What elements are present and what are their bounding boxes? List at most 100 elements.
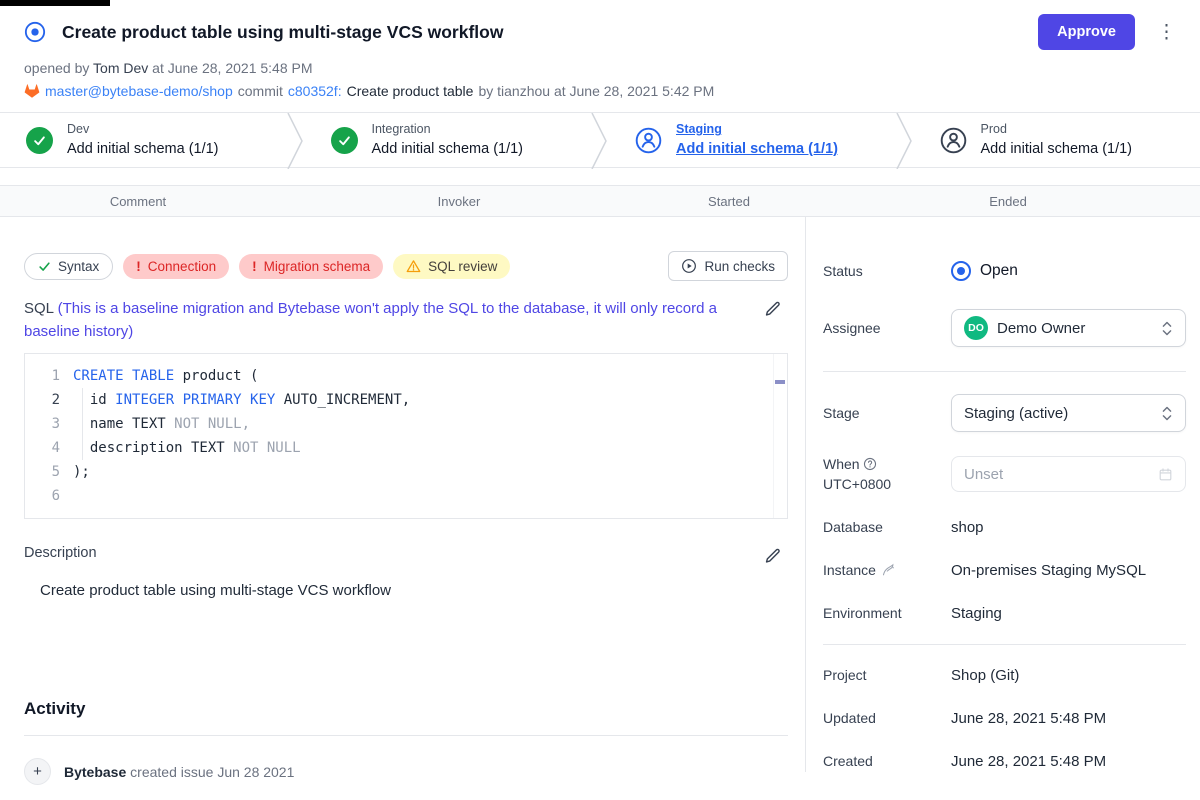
editor-scrollbar[interactable]: [773, 354, 787, 518]
stage-separator: [591, 113, 609, 169]
edit-pencil-icon[interactable]: [764, 300, 782, 318]
divider: [24, 735, 788, 736]
page-title: Create product table using multi-stage V…: [62, 22, 503, 43]
pipeline-stage-prod[interactable]: Prod Add initial schema (1/1): [914, 113, 1200, 167]
pipeline-stage-dev[interactable]: Dev Add initial schema (1/1): [0, 113, 287, 167]
sidebar-row-project: Project Shop (Git): [823, 667, 1186, 684]
pipeline-stage-integration[interactable]: Integration Add initial schema (1/1): [305, 113, 592, 167]
badge-label: Connection: [148, 259, 216, 274]
stage-name: Prod: [981, 122, 1133, 138]
check-circle-icon: [26, 127, 53, 154]
code-line: 3 name TEXT NOT NULL,: [25, 412, 771, 436]
warning-triangle-icon: [406, 259, 421, 274]
sidebar-row-environment: Environment Staging: [823, 605, 1186, 622]
instance-value[interactable]: On-premises Staging MySQL: [951, 562, 1146, 579]
line-number: 5: [25, 460, 73, 484]
error-bang-icon: !: [136, 259, 141, 274]
check-badge-sql-review[interactable]: SQL review: [393, 254, 510, 279]
mysql-icon: [881, 563, 896, 578]
sql-text: description TEXT: [73, 440, 233, 456]
database-value[interactable]: shop: [951, 519, 984, 536]
branch-repo-link[interactable]: master@bytebase-demo/shop: [45, 83, 233, 99]
stage-separator: [287, 113, 305, 169]
stage-value: Staging (active): [964, 405, 1152, 422]
error-bang-icon: !: [252, 259, 257, 274]
vcs-commit-line: master@bytebase-demo/shop commit c80352f…: [24, 83, 1176, 99]
when-label: When: [823, 456, 860, 472]
pipeline-stage-staging[interactable]: Staging Add initial schema (1/1): [609, 113, 896, 167]
environment-label: Environment: [823, 605, 951, 621]
assignee-label: Assignee: [823, 320, 951, 336]
project-label: Project: [823, 667, 951, 683]
check-badge-syntax[interactable]: Syntax: [24, 253, 113, 280]
column-header-comment: Comment: [0, 194, 276, 209]
opened-by-line: opened by Tom Dev at June 28, 2021 5:48 …: [24, 60, 1176, 76]
sidebar-row-stage: Stage Staging (active): [823, 394, 1186, 432]
when-placeholder: Unset: [964, 466, 1158, 483]
column-header-started: Started: [642, 194, 816, 209]
person-circle-icon: [635, 127, 662, 154]
edit-pencil-icon[interactable]: [764, 547, 782, 565]
opened-by-name: Tom Dev: [93, 60, 148, 76]
activity-heading: Activity: [24, 699, 788, 719]
chevron-updown-icon: [1161, 320, 1173, 337]
stage-task: Add initial schema (1/1): [67, 140, 219, 158]
stage-name: Staging: [676, 122, 838, 138]
activity-item: + Bytebase created issue Jun 28 2021: [24, 758, 788, 785]
activity-text: Bytebase created issue Jun 28 2021: [64, 764, 294, 780]
line-number: 1: [25, 364, 73, 388]
description-content: Create product table using multi-stage V…: [24, 582, 788, 599]
stage-label: Stage: [823, 405, 951, 421]
sql-operator: NOT NULL: [233, 440, 300, 456]
help-circle-icon[interactable]: [863, 457, 877, 471]
activity-actor: Bytebase: [64, 764, 126, 780]
calendar-icon: [1158, 467, 1173, 482]
sql-code-editor[interactable]: 1 CREATE TABLE product ( 2 id INTEGER PR…: [24, 353, 788, 519]
scrollbar-decoration: [775, 380, 785, 384]
check-icon: [38, 260, 51, 273]
check-badges-row: Syntax ! Connection ! Migration schema S…: [24, 251, 788, 281]
check-badge-connection[interactable]: ! Connection: [123, 254, 229, 279]
when-datetime-input[interactable]: Unset: [951, 456, 1186, 492]
code-line: 5 );: [25, 460, 771, 484]
stage-select[interactable]: Staging (active): [951, 394, 1186, 432]
sql-text: name TEXT: [73, 416, 174, 432]
sql-label: SQL: [24, 300, 53, 317]
when-label-block: When UTC+0800: [823, 454, 951, 495]
commit-message: Create product table: [347, 83, 474, 99]
sql-keyword: INTEGER PRIMARY KEY: [115, 392, 275, 408]
sql-operator: NOT NULL,: [174, 416, 250, 432]
divider: [823, 644, 1186, 645]
project-value[interactable]: Shop (Git): [951, 667, 1019, 684]
sidebar-row-status: Status Open: [823, 261, 1186, 281]
divider: [823, 371, 1186, 372]
status-open-icon: [951, 261, 971, 281]
updated-value: June 28, 2021 5:48 PM: [951, 710, 1106, 727]
check-circle-icon: [331, 127, 358, 154]
code-line: 4 description TEXT NOT NULL: [25, 436, 771, 460]
stage-task: Add initial schema (1/1): [981, 140, 1133, 158]
sql-text: AUTO_INCREMENT,: [275, 392, 410, 408]
sidebar-row-updated: Updated June 28, 2021 5:48 PM: [823, 710, 1186, 727]
updated-label: Updated: [823, 710, 951, 726]
instance-label-block: Instance: [823, 562, 951, 578]
assignee-select[interactable]: DO Demo Owner: [951, 309, 1186, 347]
sql-keyword: CREATE TABLE: [73, 368, 174, 384]
sidebar-row-created: Created June 28, 2021 5:48 PM: [823, 753, 1186, 770]
badge-label: Migration schema: [264, 259, 371, 274]
stage-name: Integration: [372, 122, 524, 138]
approve-button[interactable]: Approve: [1038, 14, 1135, 50]
column-header-invoker: Invoker: [276, 194, 642, 209]
commit-word: commit: [238, 83, 283, 99]
status-label: Status: [823, 263, 951, 279]
line-number: 2: [25, 388, 73, 412]
run-checks-button[interactable]: Run checks: [668, 251, 788, 281]
activity-action: created issue Jun 28 2021: [130, 764, 294, 780]
database-label: Database: [823, 519, 951, 535]
plus-icon: +: [24, 758, 51, 785]
badge-label: Syntax: [58, 259, 99, 274]
check-badge-migration-schema[interactable]: ! Migration schema: [239, 254, 383, 279]
commit-hash-link[interactable]: c80352f:: [288, 83, 342, 99]
environment-value[interactable]: Staging: [951, 605, 1002, 622]
kebab-menu-icon[interactable]: ⋮: [1157, 23, 1176, 42]
